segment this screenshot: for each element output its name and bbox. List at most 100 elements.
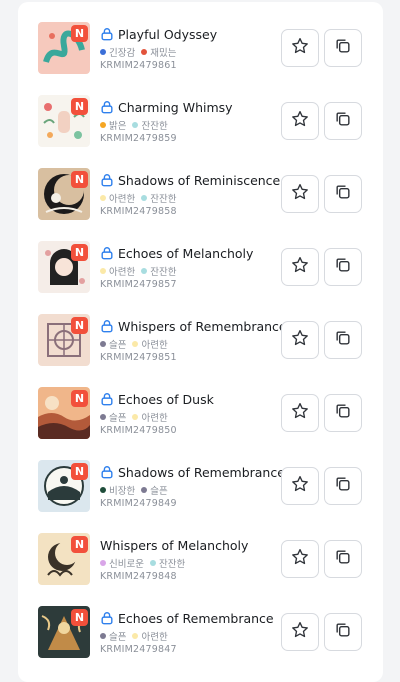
album-art[interactable]: N: [38, 241, 90, 293]
album-art[interactable]: N: [38, 460, 90, 512]
album-art[interactable]: N: [38, 22, 90, 74]
copy-icon: [333, 109, 353, 133]
favorite-button[interactable]: [281, 248, 319, 286]
list-item[interactable]: N Playful Odyssey 긴장감 재밌는 KRMIM2479861: [18, 0, 383, 74]
copy-icon: [333, 620, 353, 644]
lock-icon: [101, 612, 113, 625]
track-title[interactable]: Whispers of Remembrance: [118, 319, 287, 334]
new-badge: N: [71, 244, 88, 261]
album-art[interactable]: N: [38, 95, 90, 147]
list-item[interactable]: N Charming Whimsy 밝은 잔잔한 KRMIM2479859: [18, 73, 383, 147]
album-art[interactable]: N: [38, 606, 90, 658]
copy-icon: [333, 36, 353, 60]
mood-tag: 비장한: [100, 483, 135, 497]
list-item[interactable]: N Whispers of Remembrance 슬픈 아련한 KRMIM24…: [18, 292, 383, 366]
track-info: Shadows of Remembrance 비장한 슬픈 KRMIM24798…: [100, 463, 285, 509]
track-title[interactable]: Echoes of Melancholy: [118, 246, 253, 261]
mood-tag: 아련한: [132, 410, 168, 424]
track-info: Playful Odyssey 긴장감 재밌는 KRMIM2479861: [100, 25, 280, 71]
favorite-button[interactable]: [281, 613, 319, 651]
tag-dot: [100, 560, 106, 566]
mood-tags: 비장한 슬픈: [100, 483, 280, 497]
mood-tag: 슬픈: [100, 410, 126, 424]
track-code: KRMIM2479861: [100, 60, 177, 71]
album-art[interactable]: N: [38, 168, 90, 220]
tag-dot: [132, 122, 139, 128]
tag-dot: [100, 268, 106, 274]
star-icon: [290, 547, 310, 571]
track-info: Charming Whimsy 밝은 잔잔한 KRMIM2479859: [100, 98, 280, 144]
star-icon: [290, 328, 310, 352]
tag-label: 아련한: [109, 267, 136, 278]
list-item[interactable]: N Whispers of Melancholy 신비로운 잔잔한 KRMIM2…: [18, 511, 383, 585]
track-title[interactable]: Whispers of Melancholy: [100, 538, 248, 553]
track-list: N Playful Odyssey 긴장감 재밌는 KRMIM2479861 N: [18, 0, 383, 658]
mood-tag: 긴장감: [100, 45, 135, 59]
tag-label: 슬픈: [150, 486, 168, 497]
mood-tags: 슬픈 아련한: [100, 337, 280, 351]
star-icon: [290, 109, 310, 133]
list-item[interactable]: N Echoes of Remembrance 슬픈 아련한 KRMIM2479…: [18, 584, 383, 658]
lock-icon: [101, 466, 113, 479]
favorite-button[interactable]: [281, 321, 319, 359]
track-title[interactable]: Charming Whimsy: [118, 100, 233, 115]
copy-button[interactable]: [324, 467, 362, 505]
copy-button[interactable]: [324, 102, 362, 140]
mood-tag: 재밌는: [141, 45, 176, 59]
new-badge: N: [71, 25, 88, 42]
album-art[interactable]: N: [38, 387, 90, 439]
mood-tag: 신비로운: [100, 556, 144, 570]
star-icon: [290, 182, 310, 206]
tag-dot: [100, 633, 106, 639]
tag-label: 비장한: [109, 486, 136, 497]
track-code: KRMIM2479850: [100, 425, 177, 436]
track-code: KRMIM2479859: [100, 133, 177, 144]
track-title[interactable]: Shadows of Reminiscence: [118, 173, 280, 188]
mood-tag: 아련한: [100, 191, 135, 205]
tag-label: 긴장감: [109, 48, 136, 59]
star-icon: [290, 36, 310, 60]
list-item[interactable]: N Echoes of Dusk 슬픈 아련한 KRMIM2479850: [18, 365, 383, 439]
mood-tag: 슬픈: [100, 337, 126, 351]
track-title[interactable]: Shadows of Remembrance: [118, 465, 285, 480]
mood-tags: 신비로운 잔잔한: [100, 556, 280, 570]
new-badge: N: [71, 609, 88, 626]
tag-dot: [149, 560, 156, 566]
list-item[interactable]: N Echoes of Melancholy 아련한 잔잔한 KRMIM2479…: [18, 219, 383, 293]
copy-icon: [333, 401, 353, 425]
favorite-button[interactable]: [281, 394, 319, 432]
tag-label: 잔잔한: [150, 267, 177, 278]
track-title[interactable]: Echoes of Remembrance: [118, 611, 274, 626]
track-title[interactable]: Echoes of Dusk: [118, 392, 214, 407]
favorite-button[interactable]: [281, 175, 319, 213]
lock-icon: [101, 28, 113, 41]
copy-button[interactable]: [324, 321, 362, 359]
tag-label: 재밌는: [150, 48, 177, 59]
track-info: Echoes of Remembrance 슬픈 아련한 KRMIM247984…: [100, 609, 280, 655]
tag-label: 잔잔한: [150, 194, 177, 205]
mood-tags: 밝은 잔잔한: [100, 118, 280, 132]
album-art[interactable]: N: [38, 533, 90, 585]
list-item[interactable]: N Shadows of Remembrance 비장한 슬픈 KRMIM247…: [18, 438, 383, 512]
copy-button[interactable]: [324, 29, 362, 67]
tag-label: 아련한: [141, 340, 168, 351]
copy-button[interactable]: [324, 540, 362, 578]
favorite-button[interactable]: [281, 540, 319, 578]
copy-button[interactable]: [324, 248, 362, 286]
tag-label: 잔잔한: [158, 559, 186, 570]
copy-button[interactable]: [324, 394, 362, 432]
new-badge: N: [71, 390, 88, 407]
mood-tag: 슬픈: [100, 629, 126, 643]
track-title[interactable]: Playful Odyssey: [118, 27, 217, 42]
album-art[interactable]: N: [38, 314, 90, 366]
tag-label: 신비로운: [109, 559, 144, 570]
copy-button[interactable]: [324, 613, 362, 651]
favorite-button[interactable]: [281, 102, 319, 140]
favorite-button[interactable]: [281, 467, 319, 505]
new-badge: N: [71, 536, 88, 553]
mood-tag: 잔잔한: [141, 264, 176, 278]
new-badge: N: [71, 171, 88, 188]
copy-button[interactable]: [324, 175, 362, 213]
list-item[interactable]: N Shadows of Reminiscence 아련한 잔잔한 KRMIM2…: [18, 146, 383, 220]
favorite-button[interactable]: [281, 29, 319, 67]
